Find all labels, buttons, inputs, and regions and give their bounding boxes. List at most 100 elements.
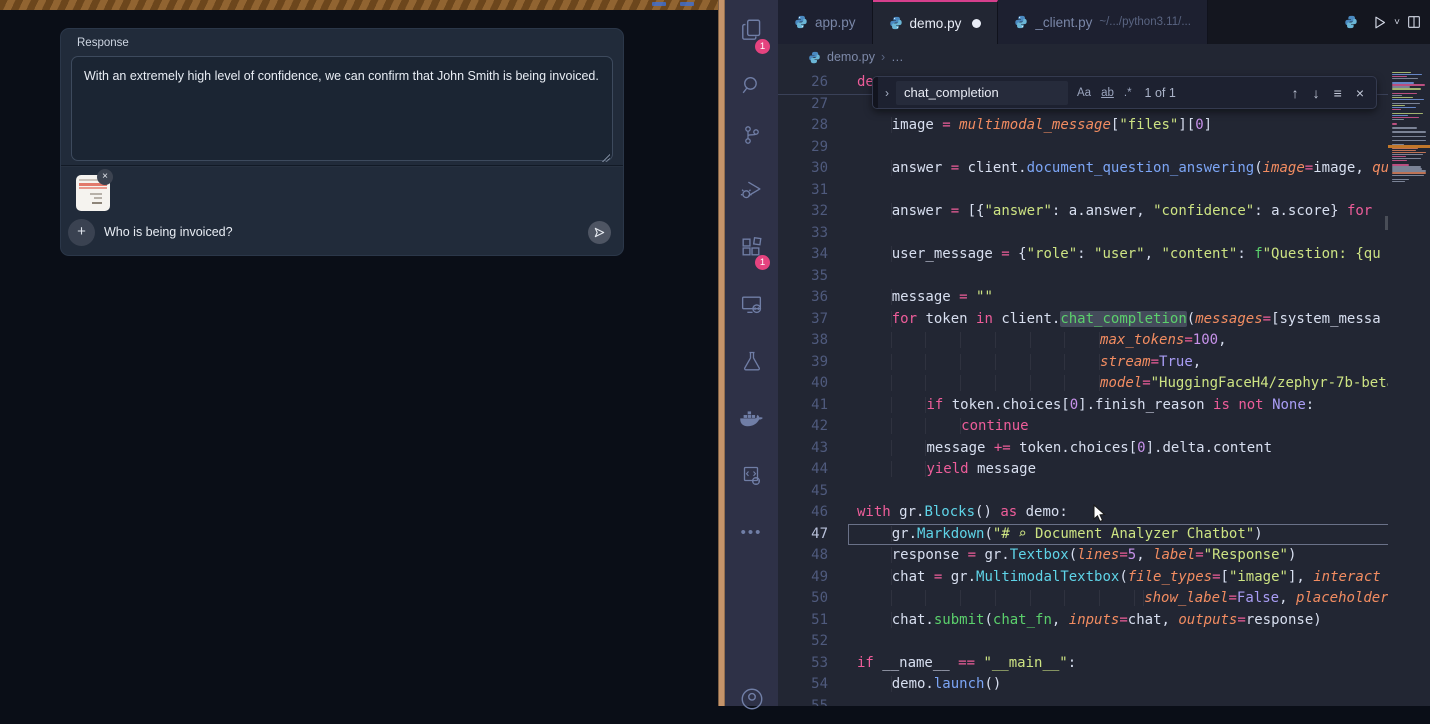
chat-input-row: + Who is being invoiced? <box>61 215 623 257</box>
line-number: 51 <box>778 610 828 632</box>
line-number: 47 <box>778 524 828 546</box>
find-next-icon[interactable]: ↓ <box>1313 85 1320 101</box>
code-line-text: chat.submit(chat_fn, inputs=chat, output… <box>848 610 1388 632</box>
send-button[interactable] <box>588 221 611 244</box>
code-content[interactable]: 26de2728 image = multimodal_message["fil… <box>778 72 1388 706</box>
gradio-card: Response With an extremely high level of… <box>60 28 624 256</box>
line-number: 27 <box>778 94 828 116</box>
line-number: 37 <box>778 309 828 331</box>
testing-beaker-icon[interactable] <box>725 332 778 390</box>
dev-container-icon[interactable] <box>725 448 778 504</box>
minimap[interactable] <box>1388 70 1430 706</box>
line-number: 26 <box>778 72 828 94</box>
attachment-close-icon[interactable]: × <box>97 169 113 185</box>
code-line[interactable]: 50 show_label=False, placeholder= <box>778 588 1388 610</box>
line-number: 50 <box>778 588 828 610</box>
find-expand-chevron-icon[interactable]: › <box>878 86 896 100</box>
response-textarea[interactable]: With an extremely high level of confiden… <box>71 56 613 161</box>
tab-client-py[interactable]: _client.py ~/.../python3.11/... <box>998 0 1208 44</box>
source-control-icon[interactable] <box>725 110 778 160</box>
python-icon <box>1344 15 1358 29</box>
code-line[interactable]: 35 <box>778 266 1388 288</box>
code-line[interactable]: 33 <box>778 223 1388 245</box>
tab-demo-py[interactable]: demo.py <box>873 0 999 44</box>
code-line[interactable]: 37 for token in client.chat_completion(m… <box>778 309 1388 331</box>
strip-mark <box>680 2 694 6</box>
breadcrumb-more[interactable]: … <box>891 50 904 64</box>
code-line[interactable]: 43 message += token.choices[0].delta.con… <box>778 438 1388 460</box>
split-editor-button[interactable] <box>1406 14 1422 30</box>
code-line[interactable]: 29 <box>778 137 1388 159</box>
explorer-icon[interactable]: 1 <box>725 0 778 60</box>
line-number: 52 <box>778 631 828 653</box>
pane-divider[interactable] <box>718 0 725 706</box>
code-line-text <box>848 481 1388 503</box>
modified-dot-icon[interactable] <box>972 19 981 28</box>
tab-description: ~/.../python3.11/... <box>1099 16 1191 28</box>
docker-icon[interactable] <box>725 390 778 448</box>
chat-input[interactable]: Who is being invoiced? <box>104 225 233 239</box>
code-line[interactable]: 38 max_tokens=100, <box>778 330 1388 352</box>
find-in-selection-icon[interactable]: ≡ <box>1334 85 1342 101</box>
run-dropdown-chevron[interactable]: ˅ <box>1394 17 1400 28</box>
code-line[interactable]: 47 gr.Markdown("# ⌕ Document Analyzer Ch… <box>778 524 1388 546</box>
code-line-text <box>848 696 1388 707</box>
line-number: 35 <box>778 266 828 288</box>
code-line-text: answer = client.document_question_answer… <box>848 158 1388 180</box>
code-line[interactable]: 42 continue <box>778 416 1388 438</box>
tab-bar: app.py demo.py _client.py ~/.../python3.… <box>778 0 1430 44</box>
code-line[interactable]: 46with gr.Blocks() as demo: <box>778 502 1388 524</box>
code-line[interactable]: 32 answer = [{"answer": a.answer, "confi… <box>778 201 1388 223</box>
more-actions-icon[interactable]: ••• <box>725 504 778 560</box>
add-file-button[interactable]: + <box>68 219 95 246</box>
code-line-text: with gr.Blocks() as demo: <box>848 502 1388 524</box>
line-number: 42 <box>778 416 828 438</box>
code-line[interactable]: 45 <box>778 481 1388 503</box>
code-line[interactable]: 30 answer = client.document_question_ans… <box>778 158 1388 180</box>
find-input[interactable] <box>896 81 1068 105</box>
code-line-text <box>848 137 1388 159</box>
code-line[interactable]: 54 demo.launch() <box>778 674 1388 696</box>
whole-word-toggle[interactable]: ab <box>1098 85 1117 101</box>
match-case-toggle[interactable]: Aa <box>1074 85 1094 101</box>
code-line[interactable]: 55 <box>778 696 1388 707</box>
vscode-window: 1 1 ••• <box>725 0 1430 706</box>
regex-toggle[interactable]: .* <box>1121 85 1135 101</box>
editor-main-area: app.py demo.py _client.py ~/.../python3.… <box>778 0 1430 706</box>
code-line[interactable]: 28 image = multimodal_message["files"][0… <box>778 115 1388 137</box>
breadcrumb-file[interactable]: demo.py <box>827 50 875 64</box>
line-number: 55 <box>778 696 828 707</box>
code-line[interactable]: 49 chat = gr.MultimodalTextbox(file_type… <box>778 567 1388 589</box>
code-editor[interactable]: 26de2728 image = multimodal_message["fil… <box>778 70 1430 706</box>
tab-app-py[interactable]: app.py <box>778 0 873 44</box>
code-line[interactable]: 31 <box>778 180 1388 202</box>
code-line-text: stream=True, <box>848 352 1388 374</box>
breadcrumb[interactable]: demo.py › … <box>778 44 1430 70</box>
code-line[interactable]: 39 stream=True, <box>778 352 1388 374</box>
find-close-icon[interactable]: × <box>1356 85 1364 101</box>
code-line[interactable]: 41 if token.choices[0].finish_reason is … <box>778 395 1388 417</box>
code-line-text: if token.choices[0].finish_reason is not… <box>848 395 1388 417</box>
remote-explorer-icon[interactable] <box>725 276 778 332</box>
code-line[interactable]: 51 chat.submit(chat_fn, inputs=chat, out… <box>778 610 1388 632</box>
code-line[interactable]: 53if __name__ == "__main__": <box>778 653 1388 675</box>
code-line[interactable]: 36 message = "" <box>778 287 1388 309</box>
line-number: 31 <box>778 180 828 202</box>
code-line[interactable]: 40 model="HuggingFaceH4/zephyr-7b-beta <box>778 373 1388 395</box>
code-line[interactable]: 34 user_message = {"role": "user", "cont… <box>778 244 1388 266</box>
find-previous-icon[interactable]: ↑ <box>1292 85 1299 101</box>
code-line-text: if __name__ == "__main__": <box>848 653 1388 675</box>
run-debug-icon[interactable] <box>725 160 778 218</box>
search-icon[interactable] <box>725 60 778 110</box>
code-line[interactable]: 52 <box>778 631 1388 653</box>
code-line[interactable]: 48 response = gr.Textbox(lines=5, label=… <box>778 545 1388 567</box>
run-button[interactable] <box>1371 14 1388 31</box>
line-number: 29 <box>778 137 828 159</box>
code-line-text: user_message = {"role": "user", "content… <box>848 244 1388 266</box>
account-icon[interactable] <box>725 674 778 724</box>
extensions-icon[interactable]: 1 <box>725 218 778 276</box>
code-line[interactable]: 44 yield message <box>778 459 1388 481</box>
line-number: 40 <box>778 373 828 395</box>
minimap-search-match <box>1388 145 1430 149</box>
line-number: 44 <box>778 459 828 481</box>
